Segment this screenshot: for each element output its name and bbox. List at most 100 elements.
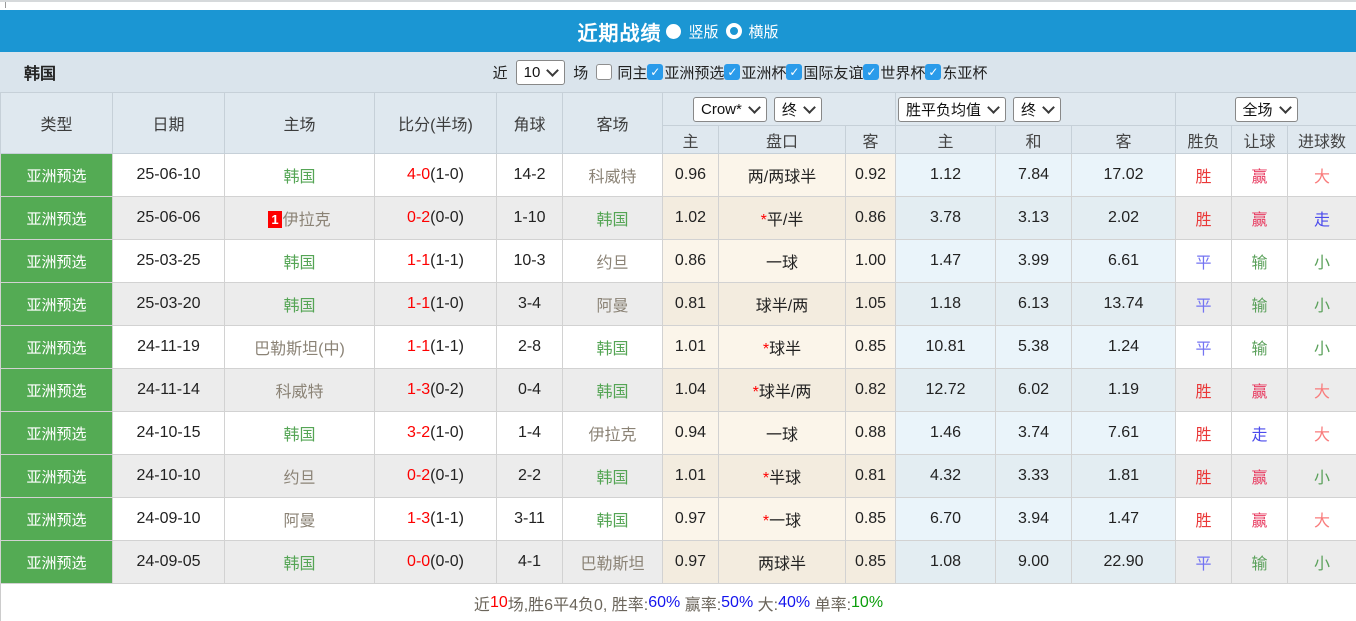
cell-odds-away: 0.86 [846,197,896,240]
cell-corners: 2-2 [497,455,563,498]
table-row: 亚洲预选25-06-10韩国4-0(1-0)14-2科威特0.96两/两球半0.… [1,154,1356,197]
cell-goals-result: 大 [1288,498,1356,541]
summary-segment: 赢率: [680,591,721,615]
filter-checkbox-item[interactable]: ✓国际友谊 [786,62,863,83]
cell-odds-away: 0.85 [846,326,896,369]
cell-score: 1-1(1-1) [375,326,497,369]
summary-footer: 近10场,胜6平4负0, 胜率:60% 赢率:50% 大:40% 单率:10% [0,584,1356,621]
page-title: 近期战绩 [577,17,661,46]
filter-controls: 近 10 场 同主✓亚洲预选✓亚洲杯✓国际友谊✓世界杯✓东亚杯 [489,60,988,85]
avg-type-select[interactable]: 胜平负均值 [898,97,1006,122]
cell-result: 胜 [1176,197,1232,240]
table-row: 亚洲预选24-09-10阿曼1-3(1-1)3-11韩国0.97*一球0.856… [1,498,1356,541]
cell-result: 平 [1176,240,1232,283]
cell-handicap: 一球 [719,412,846,455]
checkbox-unchecked-icon[interactable] [596,64,612,80]
radio-horizontal-label[interactable]: 横版 [749,21,779,42]
cell-away-team: 韩国 [563,455,663,498]
cell-date: 25-06-06 [113,197,225,240]
cell-odds-away: 1.05 [846,283,896,326]
cell-goals-result: 大 [1288,369,1356,412]
cell-competition: 亚洲预选 [1,541,113,584]
cell-home-team: 巴勒斯坦(中) [225,326,375,369]
col-header-score: 比分(半场) [375,93,497,154]
filter-checkbox-item[interactable]: 同主 [596,62,647,83]
avg-stage-select[interactable]: 终 [1013,97,1061,122]
filter-checkbox-label: 东亚杯 [942,62,987,83]
summary-segment: 场,胜6平4负0, 胜率: [508,591,648,615]
cell-avg-away: 1.19 [1072,369,1176,412]
match-count-select[interactable]: 10 [516,60,566,85]
checkbox-checked-icon[interactable]: ✓ [647,64,663,80]
cell-avg-home: 3.78 [896,197,996,240]
cell-odds-home: 1.01 [663,455,719,498]
cell-avg-draw: 7.84 [996,154,1072,197]
table-row: 亚洲预选25-03-20韩国1-1(1-0)3-4阿曼0.81球半/两1.051… [1,283,1356,326]
filter-checkbox-label: 亚洲预选 [664,62,724,83]
table-row: 亚洲预选25-06-061伊拉克0-2(0-0)1-10韩国1.02*平/半0.… [1,197,1356,240]
cell-handicap: 两/两球半 [719,154,846,197]
odds-company-value: Crow* [701,101,742,118]
cell-corners: 3-4 [497,283,563,326]
cell-avg-away: 6.61 [1072,240,1176,283]
team-name: 韩国 [24,52,56,92]
cell-date: 24-10-10 [113,455,225,498]
filter-checkbox-item[interactable]: ✓亚洲预选 [647,62,724,83]
cell-home-team: 韩国 [225,240,375,283]
summary-segment: 大: [753,591,778,615]
cell-handicap-result: 输 [1232,240,1288,283]
cell-goals-result: 小 [1288,455,1356,498]
cell-competition: 亚洲预选 [1,455,113,498]
radio-vertical-label[interactable]: 竖版 [688,21,718,42]
scope-select[interactable]: 全场 [1235,97,1298,122]
cell-odds-home: 0.86 [663,240,719,283]
checkbox-checked-icon[interactable]: ✓ [925,64,941,80]
summary-segment: 50% [721,594,753,612]
cell-handicap: 两球半 [719,541,846,584]
filter-checkbox-item[interactable]: ✓世界杯 [863,62,925,83]
chevron-down-icon [987,101,1000,114]
cell-competition: 亚洲预选 [1,498,113,541]
cell-home-team: 韩国 [225,541,375,584]
cell-goals-result: 小 [1288,541,1356,584]
cell-result: 平 [1176,541,1232,584]
col-header-avg-draw: 和 [996,126,1072,154]
filter-checkbox-item[interactable]: ✓东亚杯 [925,62,987,83]
cell-avg-home: 1.47 [896,240,996,283]
cell-avg-home: 1.12 [896,154,996,197]
checkbox-checked-icon[interactable]: ✓ [724,64,740,80]
cell-competition: 亚洲预选 [1,197,113,240]
cell-avg-draw: 6.13 [996,283,1072,326]
cell-home-team: 韩国 [225,154,375,197]
cell-handicap-result: 赢 [1232,197,1288,240]
col-header-home: 主场 [225,93,375,154]
odds-stage-select[interactable]: 终 [774,97,822,122]
cell-corners: 0-4 [497,369,563,412]
cell-odds-home: 0.96 [663,154,719,197]
cell-odds-away: 0.82 [846,369,896,412]
cell-away-team: 巴勒斯坦 [563,541,663,584]
cell-avg-home: 1.18 [896,283,996,326]
cell-goals-result: 小 [1288,283,1356,326]
avg-select-group: 胜平负均值 终 [896,93,1176,126]
cell-competition: 亚洲预选 [1,240,113,283]
cell-score: 0-0(0-0) [375,541,497,584]
col-header-handicap: 盘口 [719,126,846,154]
cell-handicap: *球半/两 [719,369,846,412]
table-row: 亚洲预选25-03-25韩国1-1(1-1)10-3约旦0.86一球1.001.… [1,240,1356,283]
radio-vertical-layout[interactable] [666,24,681,39]
filter-checkbox-label: 同主 [617,62,647,83]
odds-company-select[interactable]: Crow* [693,97,767,122]
col-header-odds-away: 客 [846,126,896,154]
cell-corners: 1-10 [497,197,563,240]
filter-checkbox-item[interactable]: ✓亚洲杯 [724,62,786,83]
cell-goals-result: 大 [1288,412,1356,455]
checkbox-checked-icon[interactable]: ✓ [786,64,802,80]
cell-competition: 亚洲预选 [1,154,113,197]
radio-horizontal-layout[interactable] [726,23,742,39]
cell-handicap: *平/半 [719,197,846,240]
checkbox-checked-icon[interactable]: ✓ [863,64,879,80]
cell-result: 平 [1176,326,1232,369]
cell-corners: 2-8 [497,326,563,369]
summary-segment: 10 [490,594,508,612]
